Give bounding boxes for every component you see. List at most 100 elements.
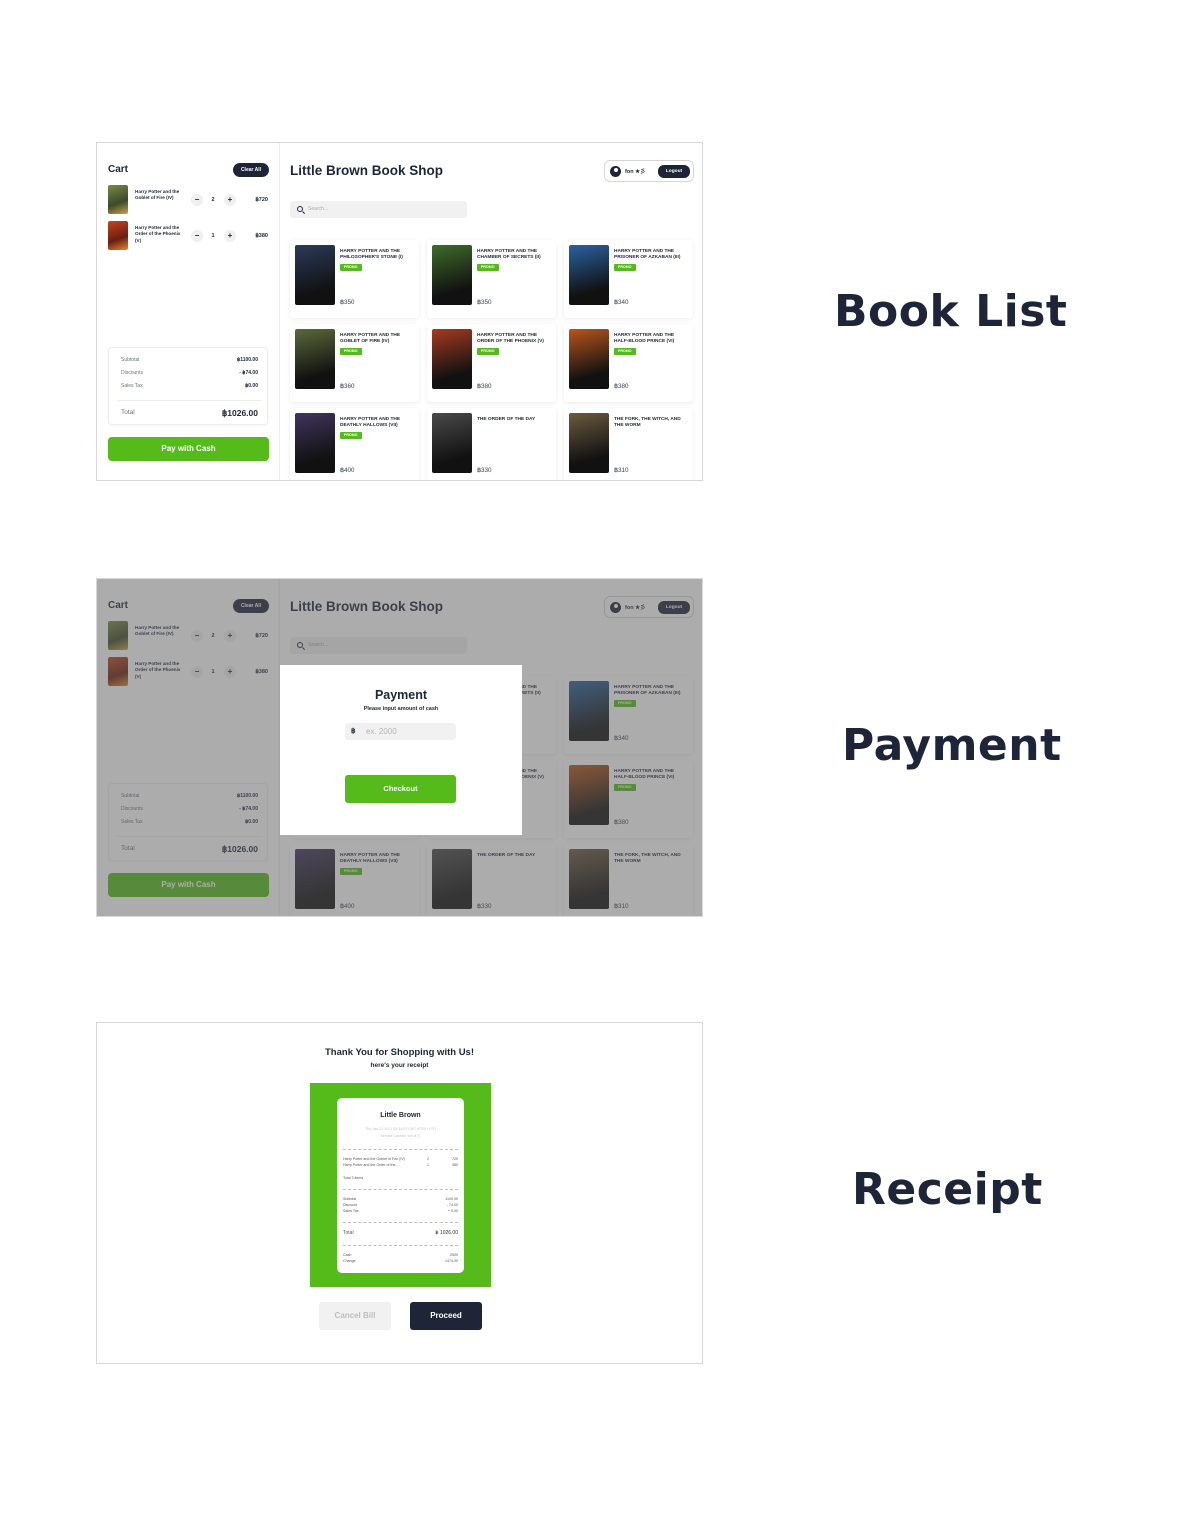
receipt-line-item: Harry Potter and the Order of the... 1 3…: [343, 1163, 458, 1167]
discounts-value: - ฿74.00: [239, 370, 258, 376]
cash-amount-input[interactable]: ฿ ex. 2000: [345, 723, 456, 740]
clear-all-button[interactable]: Clear All: [233, 163, 269, 177]
pay-with-cash-button[interactable]: Pay with Cash: [108, 437, 269, 461]
receipt-change-label: Change: [343, 1259, 356, 1263]
promo-badge: PROMO: [477, 347, 499, 355]
book-list-screen: Cart Clear All Harry Potter and the Gobl…: [96, 142, 703, 481]
user-menu: fon ★彡 Logout: [604, 160, 694, 182]
book-price: ฿400: [340, 467, 355, 474]
payment-screen: Cart Clear All Harry Potter and the Gobl…: [96, 578, 703, 917]
book-price: ฿360: [340, 383, 355, 390]
cart-item-cover: [108, 185, 128, 214]
increase-quantity-button[interactable]: +: [224, 230, 236, 242]
cancel-bill-button[interactable]: Cancel Bill: [319, 1302, 391, 1330]
book-cover: [295, 245, 335, 305]
book-title-text: Harry Potter and the Goblet of Fire (IV): [340, 333, 401, 345]
sales-tax-value: ฿0.00: [245, 383, 258, 389]
promo-badge: PROMO: [614, 263, 636, 271]
receipt-line-qty: 2: [427, 1157, 429, 1161]
book-cover: [432, 329, 472, 389]
receipt-screen: Thank You for Shopping with Us! here's y…: [96, 1022, 703, 1364]
receipt-thanks-heading: Thank You for Shopping with Us!: [325, 1047, 474, 1058]
receipt-line-amount: 720: [452, 1157, 458, 1161]
book-card[interactable]: Harry Potter and the Deathly Hallows (VI…: [290, 408, 419, 480]
book-title-text: Harry Potter and the Chamber of Secrets …: [477, 249, 541, 261]
book-title-text: Harry Potter and the Philosopher's Stone…: [340, 249, 403, 261]
book-card[interactable]: Harry Potter and the Goblet of Fire (IV)…: [290, 324, 419, 402]
book-title-text: Harry Potter and the Half-Blood Prince (…: [614, 333, 675, 345]
book-cover: [569, 245, 609, 305]
cart-item-name: Harry Potter and the Order of the Phoeni…: [135, 225, 181, 243]
receipt-line-amount: 380: [452, 1163, 458, 1167]
book-card[interactable]: Harry Potter and the Philosopher's Stone…: [290, 240, 419, 318]
book-cover: [569, 329, 609, 389]
sales-tax-row: Sales Tax ฿0.00: [121, 383, 258, 389]
book-title: Harry Potter and the Prisoner of Azkaban…: [614, 249, 688, 271]
receipt-divider: [343, 1189, 458, 1190]
total-value: ฿1026.00: [221, 408, 258, 418]
book-cover: [432, 245, 472, 305]
receipt-cash-label: Cash: [343, 1253, 352, 1257]
receipt-subtotal-value: 1100.00: [445, 1197, 458, 1201]
book-title: Harry Potter and the Philosopher's Stone…: [340, 249, 414, 271]
book-cover: [569, 413, 609, 473]
receipt-discount-label: Discount: [343, 1203, 357, 1207]
receipt-subtotal: Subtotal 1100.00: [343, 1197, 458, 1201]
receipt-total-label: Total: [343, 1230, 354, 1236]
receipt-total: Total ฿ 1026.00: [343, 1230, 458, 1236]
cart-panel: Cart Clear All Harry Potter and the Gobl…: [97, 143, 280, 480]
decrease-quantity-button[interactable]: −: [191, 230, 203, 242]
subtotal-row: Subtotal ฿1100.00: [121, 357, 258, 363]
cart-item-name: Harry Potter and the Goblet of Fire (IV): [135, 189, 180, 201]
receipt-paper: Little Brown Thu Jan 21 2021 05:34:07 GM…: [337, 1098, 464, 1273]
receipt-cashier: Service Cashier: fon ★彡: [380, 1134, 421, 1138]
cart-item-cover: [108, 221, 128, 250]
receipt-change: Change 1474.00: [343, 1259, 458, 1263]
book-title: Harry Potter and the Chamber of Secrets …: [477, 249, 551, 271]
sales-tax-label: Sales Tax: [121, 383, 143, 389]
receipt-divider: [343, 1149, 458, 1150]
cart-summary: Subtotal ฿1100.00 Discounts - ฿74.00 Sales…: [108, 347, 268, 425]
book-card[interactable]: The Fork, the Witch, and the Worm ฿310: [564, 408, 693, 480]
book-title: Harry Potter and the Order of the Phoeni…: [477, 333, 551, 355]
search-input[interactable]: Search...: [290, 201, 467, 218]
book-title-text: The Order of the Day: [477, 417, 536, 422]
book-title-text: Harry Potter and the Order of the Phoeni…: [477, 333, 544, 345]
payment-title: Payment: [374, 688, 428, 702]
book-title: Harry Potter and the Half-Blood Prince (…: [614, 333, 688, 355]
book-title-text: Harry Potter and the Prisoner of Azkaban…: [614, 249, 681, 261]
book-title: The Fork, the Witch, and the Worm: [614, 417, 688, 430]
book-price: ฿330: [477, 467, 492, 474]
receipt-cash: Cash 2500: [343, 1253, 458, 1257]
discounts-label: Discounts: [121, 370, 143, 376]
receipt-shop-name: Little Brown: [380, 1112, 421, 1119]
proceed-button[interactable]: Proceed: [410, 1302, 482, 1330]
search-placeholder: Search...: [308, 206, 329, 212]
receipt-divider: [343, 1245, 458, 1246]
receipt-tax: Sales Tax + 0.00: [343, 1209, 458, 1213]
cart-title: Cart: [108, 164, 129, 175]
book-price: ฿340: [614, 299, 629, 306]
book-card[interactable]: The Order of the Day ฿330: [427, 408, 556, 480]
decrease-quantity-button[interactable]: −: [191, 194, 203, 206]
cart-item-price: ฿720: [255, 197, 268, 203]
receipt-discount-value: - 74.00: [446, 1203, 458, 1207]
logout-button[interactable]: Logout: [658, 165, 690, 178]
book-card[interactable]: Harry Potter and the Order of the Phoeni…: [427, 324, 556, 402]
promo-badge: PROMO: [340, 431, 362, 439]
receipt-tax-value: + 0.00: [447, 1209, 458, 1213]
book-card[interactable]: Harry Potter and the Half-Blood Prince (…: [564, 324, 693, 402]
cart-item-quantity: 1: [211, 233, 215, 239]
receipt-background: Little Brown Thu Jan 21 2021 05:34:07 GM…: [310, 1083, 491, 1287]
book-cover: [432, 413, 472, 473]
checkout-button[interactable]: Checkout: [345, 775, 456, 803]
increase-quantity-button[interactable]: +: [224, 194, 236, 206]
cart-item-price: ฿380: [255, 233, 268, 239]
currency-symbol: ฿: [351, 728, 356, 735]
book-title: Harry Potter and the Goblet of Fire (IV)…: [340, 333, 414, 355]
book-card[interactable]: Harry Potter and the Chamber of Secrets …: [427, 240, 556, 318]
receipt-line-name: Harry Potter and the Order of the...: [343, 1163, 399, 1167]
book-cover: [295, 413, 335, 473]
total-label: Total: [121, 409, 135, 416]
book-card[interactable]: Harry Potter and the Prisoner of Azkaban…: [564, 240, 693, 318]
